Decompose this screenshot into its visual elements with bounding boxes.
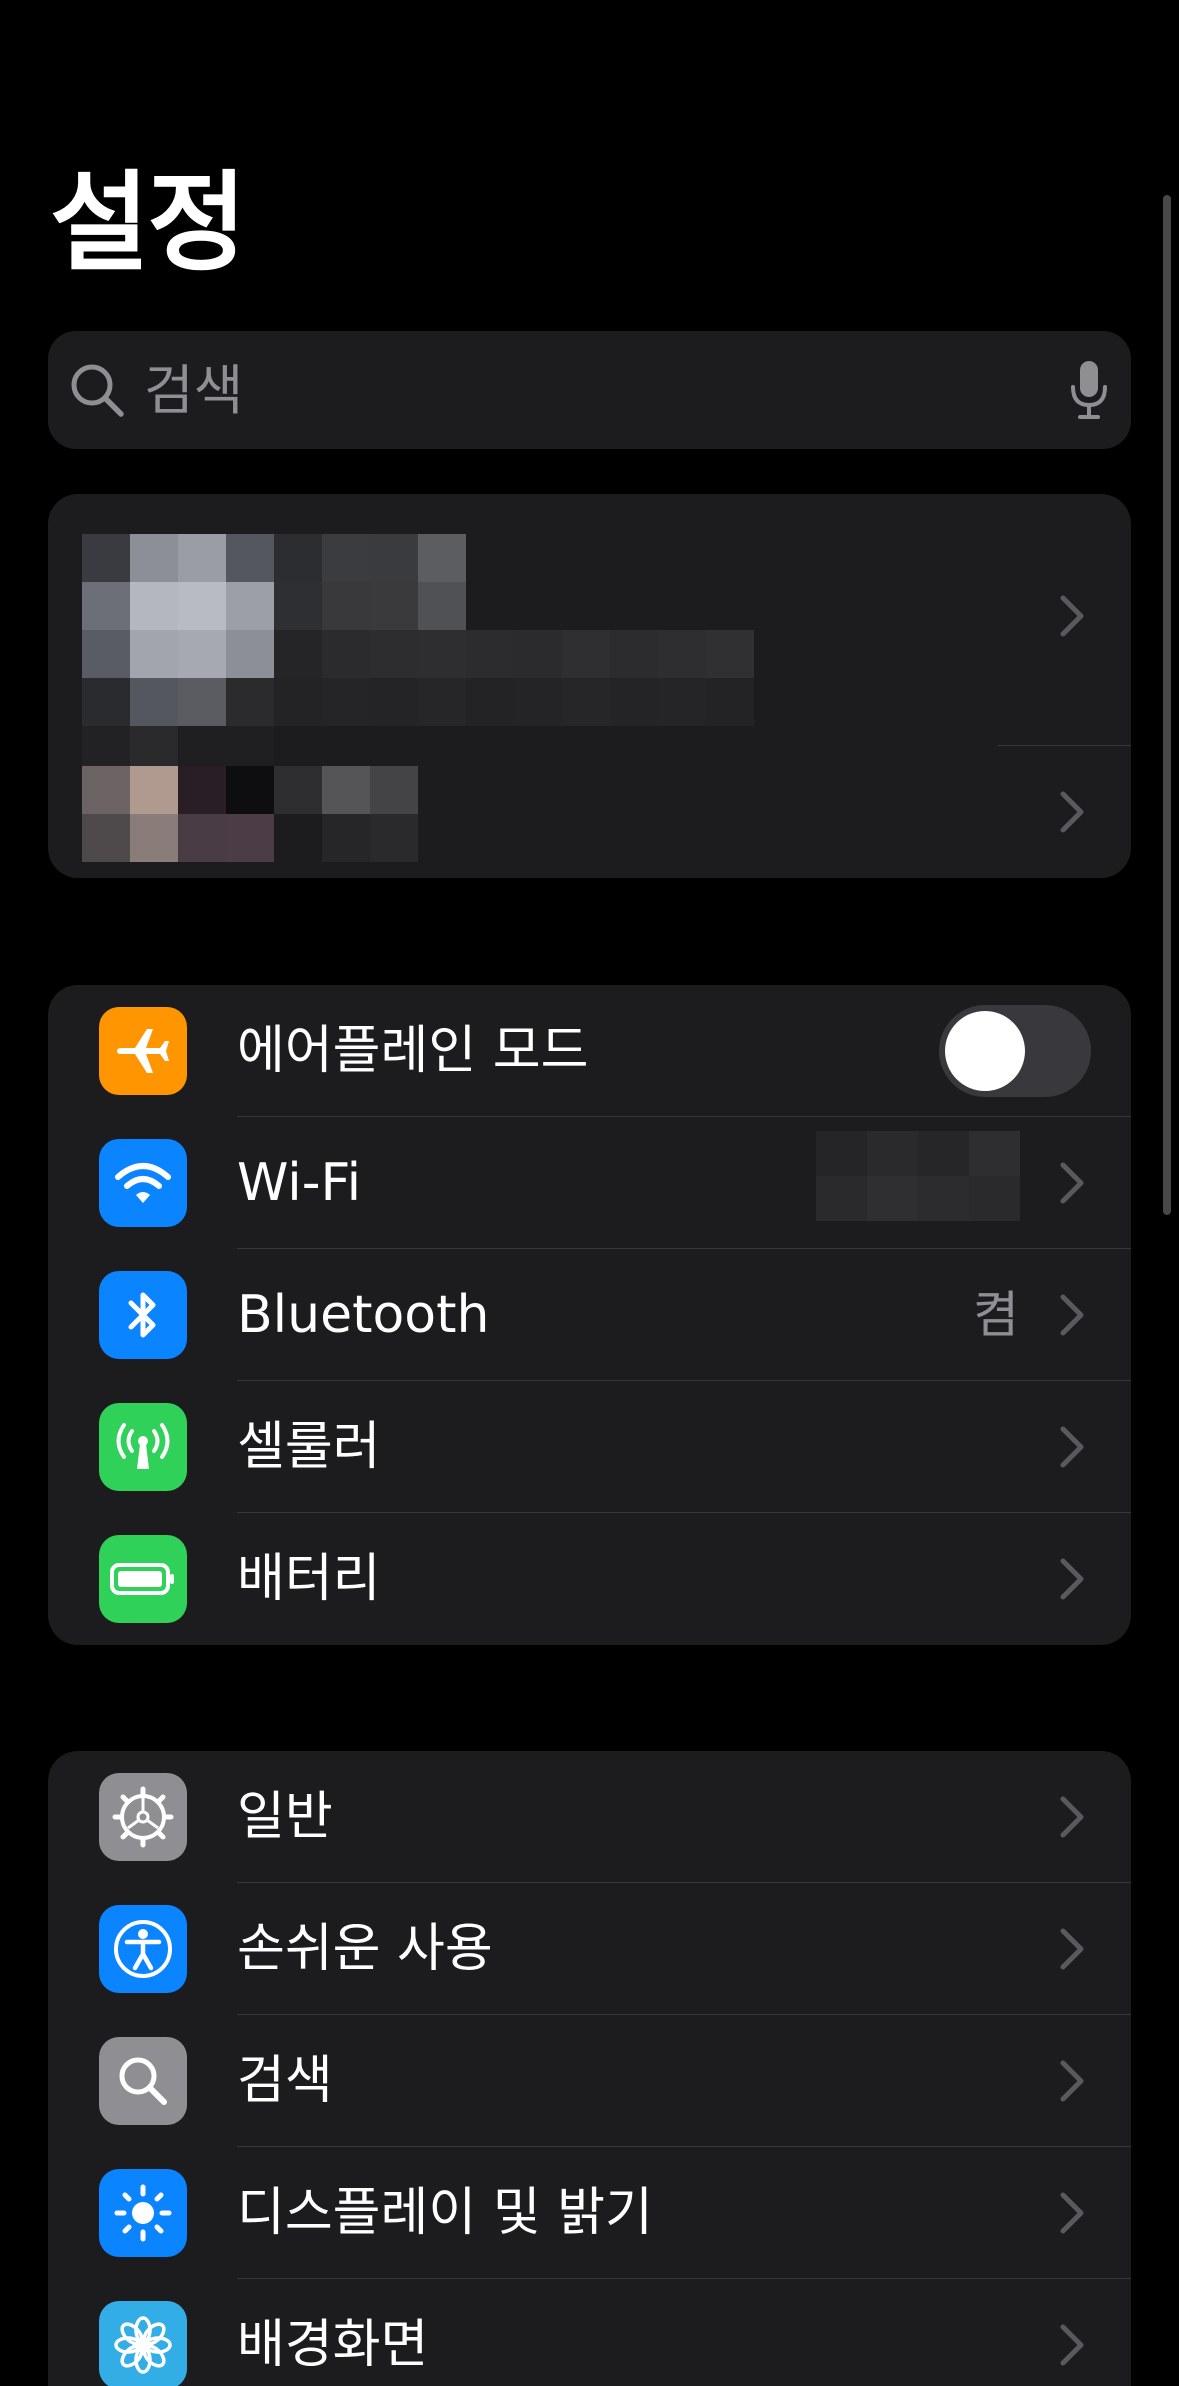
wifi-label: Wi-Fi	[237, 1153, 362, 1213]
accessibility-row[interactable]: 손쉬운 사용	[48, 1883, 1131, 2015]
wallpaper-flower-icon	[99, 2301, 187, 2386]
wifi-icon	[99, 1139, 187, 1227]
battery-label: 배터리	[237, 1549, 381, 1609]
wallpaper-row[interactable]: 배경화면	[48, 2279, 1131, 2386]
gear-icon	[99, 1773, 187, 1861]
search-icon	[99, 2037, 187, 2125]
redacted-family	[82, 766, 418, 862]
accessibility-label: 손쉬운 사용	[237, 1919, 493, 1979]
chevron-right-icon	[1060, 1294, 1084, 1336]
connectivity-group: 에어플레인 모드 Wi-Fi Bluetooth 켬 셀룰러 배터리	[48, 985, 1131, 1645]
chevron-right-icon	[1060, 791, 1084, 833]
airplane-mode-label: 에어플레인 모드	[237, 1021, 589, 1081]
family-row[interactable]	[48, 746, 1131, 878]
search-bar[interactable]	[48, 331, 1131, 449]
chevron-right-icon	[1060, 1796, 1084, 1838]
bluetooth-status: 켬	[973, 1286, 1019, 1344]
airplane-mode-row[interactable]: 에어플레인 모드	[48, 985, 1131, 1117]
bluetooth-icon	[99, 1271, 187, 1359]
general-row[interactable]: 일반	[48, 1751, 1131, 1883]
chevron-right-icon	[1060, 2192, 1084, 2234]
display-brightness-label: 디스플레이 및 밝기	[237, 2183, 653, 2243]
apple-account-row[interactable]	[48, 494, 1131, 774]
cellular-icon	[99, 1403, 187, 1491]
airplane-mode-toggle[interactable]	[939, 1005, 1091, 1097]
bluetooth-label: Bluetooth	[237, 1285, 490, 1345]
chevron-right-icon	[1060, 2324, 1084, 2366]
redacted-network-name	[816, 1131, 1020, 1221]
search-settings-row[interactable]: 검색	[48, 2015, 1131, 2147]
redacted-profile	[82, 534, 754, 774]
search-icon	[71, 364, 124, 417]
toggle-knob	[945, 1011, 1025, 1091]
wallpaper-label: 배경화면	[237, 2315, 429, 2375]
chevron-right-icon	[1060, 1928, 1084, 1970]
sun-icon	[99, 2169, 187, 2257]
search-input[interactable]	[144, 331, 1044, 449]
chevron-right-icon	[1060, 2060, 1084, 2102]
battery-row[interactable]: 배터리	[48, 1513, 1131, 1645]
battery-icon	[99, 1535, 187, 1623]
page-title: 설정	[50, 161, 247, 286]
cellular-row[interactable]: 셀룰러	[48, 1381, 1131, 1513]
chevron-right-icon	[1060, 1162, 1084, 1204]
general-group: 일반 손쉬운 사용 검색 디스플레이 및 밝기 배경화면	[48, 1751, 1131, 2386]
chevron-right-icon	[1060, 1426, 1084, 1468]
display-brightness-row[interactable]: 디스플레이 및 밝기	[48, 2147, 1131, 2279]
microphone-icon[interactable]	[1069, 359, 1109, 421]
scroll-indicator[interactable]	[1163, 195, 1171, 1215]
wifi-row[interactable]: Wi-Fi	[48, 1117, 1131, 1249]
general-label: 일반	[237, 1787, 333, 1847]
bluetooth-row[interactable]: Bluetooth 켬	[48, 1249, 1131, 1381]
chevron-right-icon	[1060, 1558, 1084, 1600]
cellular-label: 셀룰러	[237, 1417, 381, 1477]
airplane-icon	[99, 1007, 187, 1095]
accessibility-icon	[99, 1905, 187, 1993]
chevron-right-icon	[1060, 595, 1084, 637]
settings-screen: 설정 검색 에어플레인 모드 Wi-Fi Bluetooth 켬 셀룰러 배터리…	[0, 0, 1179, 2386]
account-group	[48, 494, 1131, 878]
search-settings-label: 검색	[237, 2051, 333, 2111]
